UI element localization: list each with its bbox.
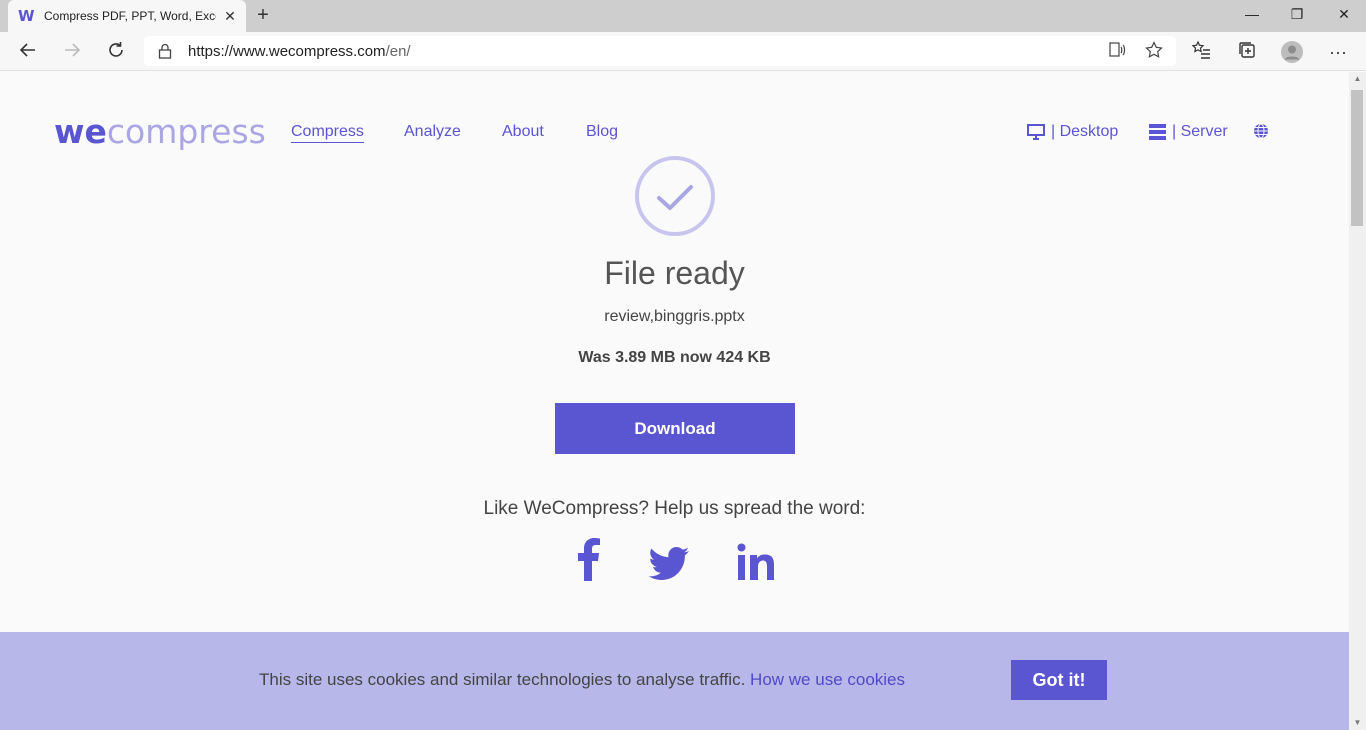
back-arrow-icon [19, 43, 35, 57]
monitor-icon [1027, 124, 1045, 140]
nav-analyze[interactable]: Analyze [404, 123, 461, 141]
cookie-accept-button[interactable]: Got it! [1011, 660, 1107, 700]
server-icon [1149, 124, 1166, 140]
collections-button[interactable] [1235, 40, 1259, 64]
checkmark-circle-icon [635, 156, 715, 236]
url-path: /en/ [385, 43, 411, 60]
scroll-up-arrow-icon[interactable]: ▲ [1349, 72, 1366, 86]
lock-icon [158, 43, 172, 59]
forward-arrow-icon [65, 43, 81, 57]
server-label: | Server [1172, 123, 1228, 140]
more-menu-button[interactable]: ··· [1326, 40, 1350, 64]
wecompress-logo[interactable]: wecompress [54, 112, 266, 151]
forward-button[interactable] [60, 40, 84, 64]
new-tab-button[interactable]: + [253, 4, 273, 26]
logo-we: we [54, 112, 107, 151]
browser-tab[interactable]: W Compress PDF, PPT, Word, Excel ✕ [8, 0, 246, 32]
back-button[interactable] [16, 40, 40, 64]
minimize-button[interactable]: — [1240, 6, 1264, 22]
download-button[interactable]: Download [555, 403, 795, 454]
linkedin-icon[interactable] [737, 540, 775, 584]
restore-button[interactable]: ❐ [1285, 6, 1309, 23]
desktop-link[interactable]: | Desktop [1027, 123, 1118, 141]
browser-toolbar: https://www.wecompress.com/en/ ··· [0, 32, 1366, 71]
wecompress-favicon-icon: W [18, 7, 35, 25]
tab-close-icon[interactable]: ✕ [222, 8, 238, 24]
avatar-icon [1281, 41, 1303, 63]
close-window-button[interactable]: ✕ [1332, 6, 1356, 23]
language-selector[interactable] [1253, 123, 1275, 139]
browser-tab-bar: W Compress PDF, PPT, Word, Excel ✕ + — ❐… [0, 0, 1366, 32]
scroll-thumb[interactable] [1351, 90, 1363, 226]
nav-about[interactable]: About [502, 123, 544, 141]
file-name: review,binggris.pptx [604, 308, 745, 325]
share-prompt: Like WeCompress? Help us spread the word… [483, 498, 866, 519]
favorites-list-icon [1191, 40, 1210, 59]
url-text[interactable]: https://www.wecompress.com/en/ [188, 43, 411, 60]
facebook-icon[interactable] [574, 537, 602, 581]
address-bar[interactable]: https://www.wecompress.com/en/ [144, 36, 1176, 66]
read-aloud-icon[interactable] [1107, 41, 1127, 61]
desktop-label: | Desktop [1051, 123, 1119, 140]
favorites-button[interactable] [1190, 40, 1214, 64]
page-scrollbar[interactable]: ▲ ▼ [1349, 72, 1366, 730]
logo-compress: compress [106, 112, 266, 151]
url-host: https://www.wecompress.com [188, 43, 386, 60]
profile-button[interactable] [1280, 40, 1304, 64]
page-title: File ready [604, 255, 745, 291]
cookie-policy-link[interactable]: How we use cookies [750, 670, 905, 689]
refresh-icon [109, 42, 123, 57]
server-link[interactable]: | Server [1149, 123, 1228, 141]
cookie-banner: This site uses cookies and similar techn… [0, 632, 1349, 730]
collections-icon [1239, 42, 1255, 58]
globe-icon [1254, 123, 1268, 139]
cookie-text: This site uses cookies and similar techn… [259, 670, 746, 689]
refresh-button[interactable] [104, 40, 128, 64]
twitter-icon[interactable] [648, 542, 690, 586]
compression-result: Was 3.89 MB now 424 KB [578, 349, 771, 366]
nav-blog[interactable]: Blog [586, 123, 618, 141]
tab-title: Compress PDF, PPT, Word, Excel [44, 9, 216, 23]
nav-compress[interactable]: Compress [291, 123, 364, 143]
favorite-star-icon[interactable] [1144, 41, 1164, 61]
scroll-down-arrow-icon[interactable]: ▼ [1349, 716, 1366, 730]
web-page: wecompress Compress Analyze About Blog |… [0, 72, 1349, 730]
cookie-message: This site uses cookies and similar techn… [259, 670, 905, 690]
